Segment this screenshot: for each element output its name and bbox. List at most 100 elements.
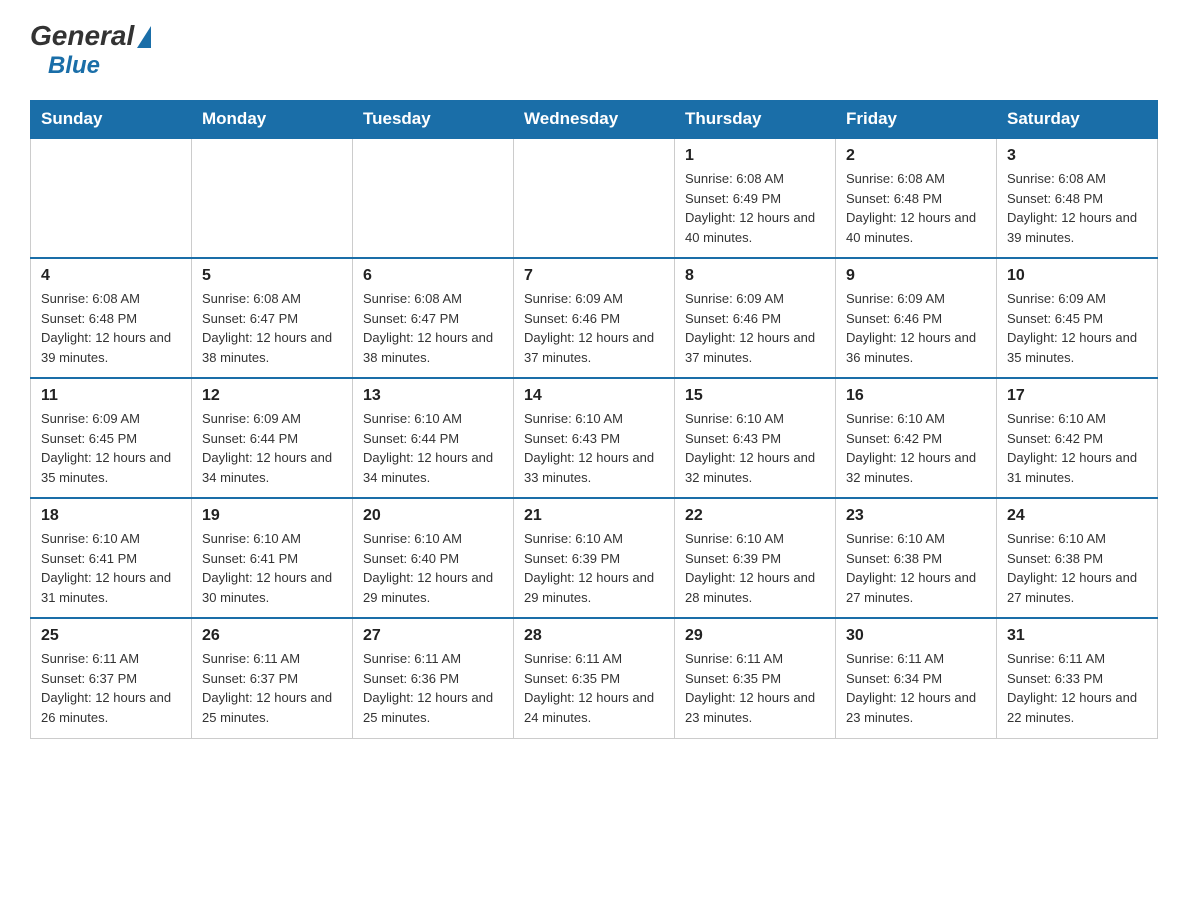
- day-info: Sunrise: 6:11 AMSunset: 6:36 PMDaylight:…: [363, 649, 503, 727]
- calendar-cell: 30 Sunrise: 6:11 AMSunset: 6:34 PMDayligh…: [836, 618, 997, 738]
- calendar-cell: 18 Sunrise: 6:10 AMSunset: 6:41 PMDayligh…: [31, 498, 192, 618]
- calendar-header-tuesday: Tuesday: [353, 101, 514, 139]
- day-info: Sunrise: 6:08 AMSunset: 6:48 PMDaylight:…: [41, 289, 181, 367]
- day-info: Sunrise: 6:09 AMSunset: 6:46 PMDaylight:…: [524, 289, 664, 367]
- day-number: 8: [685, 267, 825, 285]
- calendar-cell: [192, 138, 353, 258]
- calendar-cell: 21Sunrise: 6:10 AMSunset: 6:39 PMDayligh…: [514, 498, 675, 618]
- calendar-cell: 12 Sunrise: 6:09 AMSunset: 6:44 PMDayligh…: [192, 378, 353, 498]
- calendar-cell: 4 Sunrise: 6:08 AMSunset: 6:48 PMDaylight…: [31, 258, 192, 378]
- day-number: 16: [846, 387, 986, 405]
- calendar-cell: 17 Sunrise: 6:10 AMSunset: 6:42 PMDayligh…: [997, 378, 1158, 498]
- logo: General Blue: [30, 20, 151, 80]
- day-number: 11: [41, 387, 181, 405]
- calendar-cell: 9 Sunrise: 6:09 AMSunset: 6:46 PMDaylight…: [836, 258, 997, 378]
- day-number: 31: [1007, 627, 1147, 645]
- calendar-week-row: 25 Sunrise: 6:11 AMSunset: 6:37 PMDayligh…: [31, 618, 1158, 738]
- day-number: 17: [1007, 387, 1147, 405]
- day-info: Sunrise: 6:10 AMSunset: 6:38 PMDaylight:…: [846, 529, 986, 607]
- day-info: Sunrise: 6:10 AMSunset: 6:43 PMDaylight:…: [524, 409, 664, 487]
- day-number: 3: [1007, 147, 1147, 165]
- day-number: 6: [363, 267, 503, 285]
- page-header: General Blue: [30, 20, 1158, 80]
- calendar-header-wednesday: Wednesday: [514, 101, 675, 139]
- calendar-week-row: 18 Sunrise: 6:10 AMSunset: 6:41 PMDayligh…: [31, 498, 1158, 618]
- day-info: Sunrise: 6:10 AMSunset: 6:43 PMDaylight:…: [685, 409, 825, 487]
- logo-general-text: General: [30, 20, 134, 52]
- day-number: 2: [846, 147, 986, 165]
- day-number: 30: [846, 627, 986, 645]
- calendar-cell: 15 Sunrise: 6:10 AMSunset: 6:43 PMDayligh…: [675, 378, 836, 498]
- day-info: Sunrise: 6:09 AMSunset: 6:46 PMDaylight:…: [846, 289, 986, 367]
- day-number: 20: [363, 507, 503, 525]
- day-number: 29: [685, 627, 825, 645]
- day-number: 13: [363, 387, 503, 405]
- day-info: Sunrise: 6:10 AMSunset: 6:39 PMDaylight:…: [524, 529, 664, 607]
- calendar-header-monday: Monday: [192, 101, 353, 139]
- day-number: 9: [846, 267, 986, 285]
- calendar-cell: 3 Sunrise: 6:08 AMSunset: 6:48 PMDaylight…: [997, 138, 1158, 258]
- calendar-cell: 28Sunrise: 6:11 AMSunset: 6:35 PMDayligh…: [514, 618, 675, 738]
- day-number: 25: [41, 627, 181, 645]
- calendar-cell: 11 Sunrise: 6:09 AMSunset: 6:45 PMDayligh…: [31, 378, 192, 498]
- day-info: Sunrise: 6:08 AMSunset: 6:47 PMDaylight:…: [202, 289, 342, 367]
- calendar-cell: 24Sunrise: 6:10 AMSunset: 6:38 PMDayligh…: [997, 498, 1158, 618]
- calendar-cell: 29 Sunrise: 6:11 AMSunset: 6:35 PMDayligh…: [675, 618, 836, 738]
- calendar-cell: [514, 138, 675, 258]
- calendar-header-row: SundayMondayTuesdayWednesdayThursdayFrid…: [31, 101, 1158, 139]
- logo-blue-text: Blue: [48, 52, 100, 80]
- calendar-cell: 25Sunrise: 6:11 AMSunset: 6:37 PMDayligh…: [31, 618, 192, 738]
- calendar-cell: 26 Sunrise: 6:11 AMSunset: 6:37 PMDayligh…: [192, 618, 353, 738]
- calendar-header-saturday: Saturday: [997, 101, 1158, 139]
- day-info: Sunrise: 6:10 AMSunset: 6:38 PMDaylight:…: [1007, 529, 1147, 607]
- calendar-cell: 5 Sunrise: 6:08 AMSunset: 6:47 PMDaylight…: [192, 258, 353, 378]
- calendar-cell: [353, 138, 514, 258]
- day-number: 18: [41, 507, 181, 525]
- calendar-cell: [31, 138, 192, 258]
- day-number: 22: [685, 507, 825, 525]
- day-info: Sunrise: 6:08 AMSunset: 6:47 PMDaylight:…: [363, 289, 503, 367]
- calendar-cell: 27 Sunrise: 6:11 AMSunset: 6:36 PMDayligh…: [353, 618, 514, 738]
- day-number: 4: [41, 267, 181, 285]
- calendar-cell: 14 Sunrise: 6:10 AMSunset: 6:43 PMDayligh…: [514, 378, 675, 498]
- day-info: Sunrise: 6:09 AMSunset: 6:45 PMDaylight:…: [41, 409, 181, 487]
- calendar-cell: 2Sunrise: 6:08 AMSunset: 6:48 PMDaylight…: [836, 138, 997, 258]
- day-info: Sunrise: 6:11 AMSunset: 6:37 PMDaylight:…: [202, 649, 342, 727]
- day-number: 14: [524, 387, 664, 405]
- calendar-week-row: 4 Sunrise: 6:08 AMSunset: 6:48 PMDaylight…: [31, 258, 1158, 378]
- day-info: Sunrise: 6:09 AMSunset: 6:44 PMDaylight:…: [202, 409, 342, 487]
- day-number: 15: [685, 387, 825, 405]
- calendar-cell: 10 Sunrise: 6:09 AMSunset: 6:45 PMDayligh…: [997, 258, 1158, 378]
- calendar-header-thursday: Thursday: [675, 101, 836, 139]
- day-info: Sunrise: 6:10 AMSunset: 6:44 PMDaylight:…: [363, 409, 503, 487]
- day-info: Sunrise: 6:11 AMSunset: 6:33 PMDaylight:…: [1007, 649, 1147, 727]
- day-number: 27: [363, 627, 503, 645]
- calendar-table: SundayMondayTuesdayWednesdayThursdayFrid…: [30, 100, 1158, 739]
- day-info: Sunrise: 6:09 AMSunset: 6:46 PMDaylight:…: [685, 289, 825, 367]
- calendar-week-row: 1Sunrise: 6:08 AMSunset: 6:49 PMDaylight…: [31, 138, 1158, 258]
- day-number: 7: [524, 267, 664, 285]
- calendar-header-friday: Friday: [836, 101, 997, 139]
- day-info: Sunrise: 6:11 AMSunset: 6:34 PMDaylight:…: [846, 649, 986, 727]
- calendar-header-sunday: Sunday: [31, 101, 192, 139]
- day-info: Sunrise: 6:10 AMSunset: 6:40 PMDaylight:…: [363, 529, 503, 607]
- calendar-cell: 1Sunrise: 6:08 AMSunset: 6:49 PMDaylight…: [675, 138, 836, 258]
- calendar-cell: 19 Sunrise: 6:10 AMSunset: 6:41 PMDayligh…: [192, 498, 353, 618]
- day-number: 10: [1007, 267, 1147, 285]
- day-info: Sunrise: 6:10 AMSunset: 6:41 PMDaylight:…: [41, 529, 181, 607]
- day-info: Sunrise: 6:10 AMSunset: 6:42 PMDaylight:…: [1007, 409, 1147, 487]
- day-number: 26: [202, 627, 342, 645]
- calendar-cell: 8 Sunrise: 6:09 AMSunset: 6:46 PMDaylight…: [675, 258, 836, 378]
- day-info: Sunrise: 6:09 AMSunset: 6:45 PMDaylight:…: [1007, 289, 1147, 367]
- day-info: Sunrise: 6:10 AMSunset: 6:41 PMDaylight:…: [202, 529, 342, 607]
- calendar-cell: 31 Sunrise: 6:11 AMSunset: 6:33 PMDayligh…: [997, 618, 1158, 738]
- calendar-cell: 22 Sunrise: 6:10 AMSunset: 6:39 PMDayligh…: [675, 498, 836, 618]
- day-number: 12: [202, 387, 342, 405]
- calendar-cell: 7 Sunrise: 6:09 AMSunset: 6:46 PMDaylight…: [514, 258, 675, 378]
- day-number: 1: [685, 147, 825, 165]
- day-info: Sunrise: 6:08 AMSunset: 6:48 PMDaylight:…: [1007, 169, 1147, 247]
- day-number: 5: [202, 267, 342, 285]
- day-info: Sunrise: 6:11 AMSunset: 6:35 PMDaylight:…: [685, 649, 825, 727]
- day-info: Sunrise: 6:10 AMSunset: 6:39 PMDaylight:…: [685, 529, 825, 607]
- day-number: 19: [202, 507, 342, 525]
